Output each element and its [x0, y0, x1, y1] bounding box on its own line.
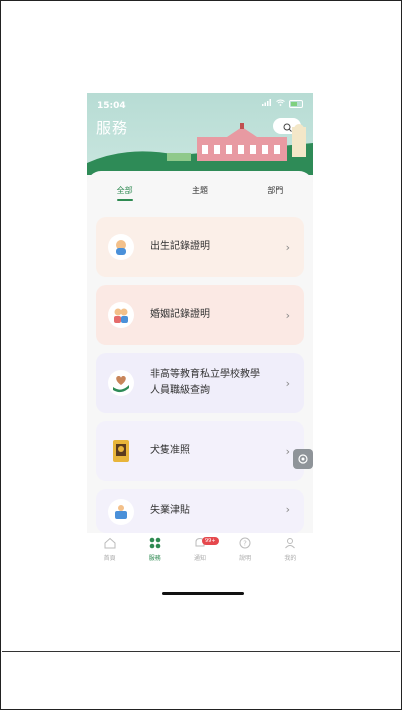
battery-icon: [289, 99, 303, 108]
nav-label: 通知: [193, 555, 206, 562]
svg-text:?: ?: [243, 540, 247, 548]
chevron-right-icon: ›: [285, 376, 290, 390]
nav-help[interactable]: ? 說明: [227, 533, 263, 573]
nav-label: 說明: [239, 555, 252, 562]
unemployment-icon: [108, 499, 134, 525]
nav-label: 首頁: [103, 555, 116, 562]
phone-screen: 15:04 服務 全部 主題 部門 出生記錄證明 › 婚姻記錄證明 › 非高等教…: [87, 93, 313, 603]
service-label-line2: 人員職級查詢: [150, 385, 210, 396]
service-card-dog-license[interactable]: 犬隻准照 ›: [96, 421, 304, 481]
service-card-birth-record[interactable]: 出生記錄證明 ›: [96, 217, 304, 277]
service-card-unemployment-allowance[interactable]: 失業津貼 ›: [96, 489, 304, 533]
service-label: 失業津貼: [150, 505, 190, 516]
tab-departments[interactable]: 部門: [245, 185, 305, 205]
profile-icon: [272, 537, 308, 553]
floating-settings-button[interactable]: [293, 449, 313, 469]
service-label: 出生記錄證明: [150, 241, 210, 252]
home-icon: [92, 537, 128, 553]
chevron-right-icon: ›: [285, 240, 290, 254]
services-icon: [137, 537, 173, 553]
nav-label: 服務: [148, 555, 161, 562]
bottom-navigation: 首頁 服務 99+ 通知 ? 說明 我的: [87, 533, 313, 573]
service-label: 非高等教育私立學校教學 人員職級查詢: [150, 367, 260, 399]
notification-badge: 99+: [201, 537, 219, 545]
tab-topics[interactable]: 主題: [170, 185, 230, 205]
chevron-right-icon: ›: [285, 503, 290, 516]
service-label: 犬隻准照: [150, 445, 190, 456]
service-card-marriage-record[interactable]: 婚姻記錄證明 ›: [96, 285, 304, 345]
teacher-icon: [108, 370, 134, 396]
chevron-right-icon: ›: [285, 444, 290, 458]
tab-bar: 全部 主題 部門: [87, 185, 313, 205]
home-indicator[interactable]: [162, 592, 244, 595]
nav-label: 我的: [284, 555, 297, 562]
service-card-teacher-level-query[interactable]: 非高等教育私立學校教學 人員職級查詢 ›: [96, 353, 304, 413]
gear-icon: [297, 450, 309, 469]
couple-icon: [108, 302, 134, 328]
city-skyline-illustration: [87, 123, 313, 175]
nav-services[interactable]: 服務: [137, 533, 173, 573]
nav-notifications[interactable]: 99+ 通知: [182, 533, 219, 573]
baby-icon: [108, 234, 134, 260]
bottom-safe-area: [87, 573, 313, 603]
nav-profile[interactable]: 我的: [272, 533, 308, 573]
nav-home[interactable]: 首頁: [92, 533, 128, 573]
tab-all[interactable]: 全部: [95, 185, 155, 205]
wifi-icon: [276, 99, 285, 108]
dog-license-icon: [108, 438, 134, 464]
chevron-right-icon: ›: [285, 308, 290, 322]
header: 15:04 服務: [87, 93, 313, 175]
status-time: 15:04: [97, 101, 126, 111]
status-icons: [262, 99, 303, 108]
help-icon: ?: [227, 537, 263, 553]
signal-icon: [262, 99, 272, 108]
service-label-line1: 非高等教育私立學校教學: [150, 369, 260, 380]
frame-divider: [2, 651, 400, 652]
service-label: 婚姻記錄證明: [150, 309, 210, 320]
